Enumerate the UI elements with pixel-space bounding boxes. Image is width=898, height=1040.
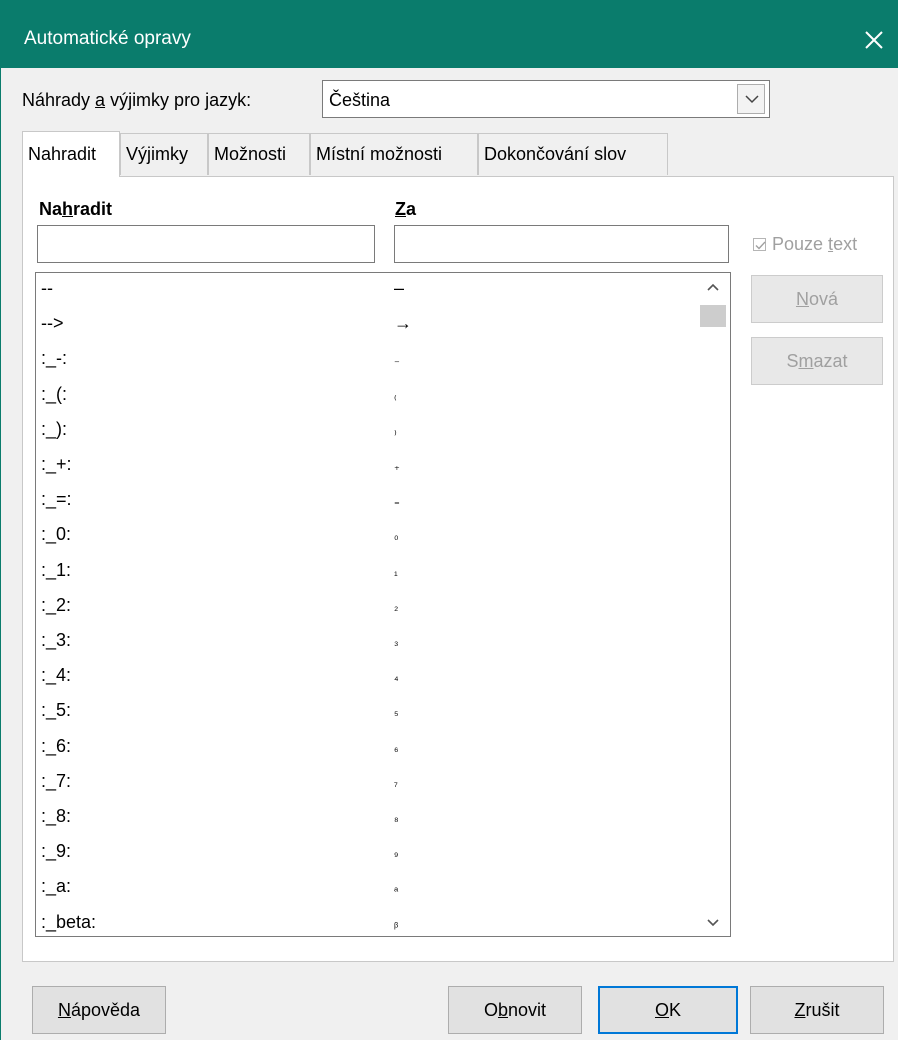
with-cell: ₅ xyxy=(394,706,399,719)
chevron-down-icon[interactable] xyxy=(737,84,765,114)
tab-label: Místní možnosti xyxy=(316,144,443,164)
replace-cell: --> xyxy=(41,313,64,334)
scrollbar-thumb[interactable] xyxy=(700,305,726,327)
with-cell: ₀ xyxy=(394,530,399,543)
replace-cell: :_+: xyxy=(41,454,72,474)
list-item[interactable]: :_beta: ᵦ xyxy=(36,911,696,936)
list-item[interactable]: :_2: ₂ xyxy=(36,595,696,630)
tab-moznosti[interactable]: Možnosti xyxy=(208,133,310,175)
title-bar: Automatické opravy xyxy=(0,0,898,68)
tab-label: Dokončování slov xyxy=(484,144,627,164)
window-border xyxy=(0,68,1,1040)
with-cell: ₈ xyxy=(394,812,399,824)
with-cell: ₊ xyxy=(394,461,400,473)
list-item[interactable]: :_8: ₈ xyxy=(36,806,696,841)
tab-label: Výjimky xyxy=(126,144,188,164)
with-cell: ₌ xyxy=(394,496,400,509)
help-button[interactable]: Nápověda xyxy=(32,986,166,1034)
chevron-down-icon[interactable] xyxy=(700,911,726,933)
checkmark-icon xyxy=(753,238,766,251)
replace-input[interactable] xyxy=(37,225,375,263)
list-item[interactable]: :_-: ₋ xyxy=(36,348,696,383)
with-cell: ₃ xyxy=(394,636,399,648)
replace-cell: :_7: xyxy=(41,770,72,791)
language-select[interactable]: Čeština xyxy=(322,80,770,118)
with-cell: ₍ xyxy=(394,390,397,403)
with-cell: ₆ xyxy=(394,741,399,754)
with-cell: ₐ xyxy=(394,882,399,895)
with-cell: ₄ xyxy=(394,671,399,684)
close-icon[interactable] xyxy=(860,26,888,54)
new-button[interactable]: Nová xyxy=(751,275,883,323)
list-item[interactable]: :_a: ₐ xyxy=(36,876,696,911)
language-label: Náhrady a výjimky pro jazyk: xyxy=(22,90,252,110)
replace-cell: :_a: xyxy=(41,876,72,897)
list-item[interactable]: :_): ₎ xyxy=(36,419,696,454)
replace-cell: -- xyxy=(41,278,53,298)
replace-cell: :_-: xyxy=(41,348,68,369)
ok-button[interactable]: OK xyxy=(598,986,738,1034)
list-item[interactable]: :_=: ₌ xyxy=(36,489,696,524)
chevron-up-icon[interactable] xyxy=(700,277,726,299)
replace-cell: :_(: xyxy=(41,383,68,404)
reset-button[interactable]: Obnovit xyxy=(448,986,582,1034)
with-cell: ₎ xyxy=(394,425,397,438)
with-input[interactable] xyxy=(394,225,729,263)
list-item[interactable]: --> → xyxy=(36,313,696,348)
replace-cell: :_6: xyxy=(41,735,72,756)
replace-cell: :_=: xyxy=(41,489,72,510)
list-item[interactable]: :_(: ₍ xyxy=(36,384,696,419)
list-item[interactable]: :_1: ₁ xyxy=(36,560,696,595)
with-cell: – xyxy=(394,278,405,298)
text-only-label: Pouze text xyxy=(772,234,858,254)
list-item[interactable]: :_3: ₃ xyxy=(36,630,696,665)
with-cell: → xyxy=(394,313,412,334)
with-cell: ₁ xyxy=(394,565,398,578)
list-item[interactable]: :_5: ₅ xyxy=(36,700,696,735)
with-column-header: Za xyxy=(395,199,417,219)
replace-cell: :_beta: xyxy=(41,911,97,932)
window-title: Automatické opravy xyxy=(24,28,191,49)
text-only-checkbox[interactable]: Pouze text xyxy=(753,234,857,255)
replace-cell: :_8: xyxy=(41,806,72,826)
list-item[interactable]: :_9: ₉ xyxy=(36,841,696,876)
list-item[interactable]: :_6: ₆ xyxy=(36,736,696,771)
replace-cell: :_9: xyxy=(41,841,72,862)
replace-cell: :_0: xyxy=(41,524,72,545)
with-cell: ₂ xyxy=(394,600,399,613)
tab-vyjimky[interactable]: Výjimky xyxy=(120,133,208,175)
with-cell: ₉ xyxy=(394,847,399,860)
replace-cell: :_): xyxy=(41,418,68,439)
replacement-list[interactable]: -- – --> → :_-: ₋ :_(: ₍ :_): ₎ :_+: ₊ :_=: ₌ :_0: ₀ :_1… xyxy=(35,272,731,937)
tab-dokoncovani-slov[interactable]: Dokončování slov xyxy=(478,133,668,175)
tab-nahradit[interactable]: Nahradit xyxy=(22,131,120,177)
tab-panel-replace: Nahradit Za Pouze text -- – --> → :_-: ₋ :_(: ₍… xyxy=(22,176,894,962)
replace-column-header: Nahradit xyxy=(39,199,113,219)
list-item[interactable]: :_4: ₄ xyxy=(36,665,696,700)
with-cell: ₇ xyxy=(394,776,398,789)
list-item[interactable]: :_0: ₀ xyxy=(36,524,696,559)
list-item[interactable]: :_7: ₇ xyxy=(36,771,696,806)
list-item[interactable]: -- – xyxy=(36,278,696,313)
replace-cell: :_2: xyxy=(41,594,72,615)
with-cell: ᵦ xyxy=(394,917,399,930)
replace-cell: :_3: xyxy=(41,630,72,650)
replace-cell: :_1: xyxy=(41,559,72,580)
cancel-button[interactable]: Zrušit xyxy=(750,986,884,1034)
list-item[interactable]: :_+: ₊ xyxy=(36,454,696,489)
delete-button[interactable]: Smazat xyxy=(751,337,883,385)
language-value: Čeština xyxy=(329,90,391,110)
tab-label: Nahradit xyxy=(28,144,97,164)
replace-cell: :_5: xyxy=(41,700,72,721)
tab-label: Možnosti xyxy=(214,144,287,164)
replace-cell: :_4: xyxy=(41,665,72,686)
with-cell: ₋ xyxy=(394,355,400,368)
tab-mistni-moznosti[interactable]: Místní možnosti xyxy=(310,133,478,175)
